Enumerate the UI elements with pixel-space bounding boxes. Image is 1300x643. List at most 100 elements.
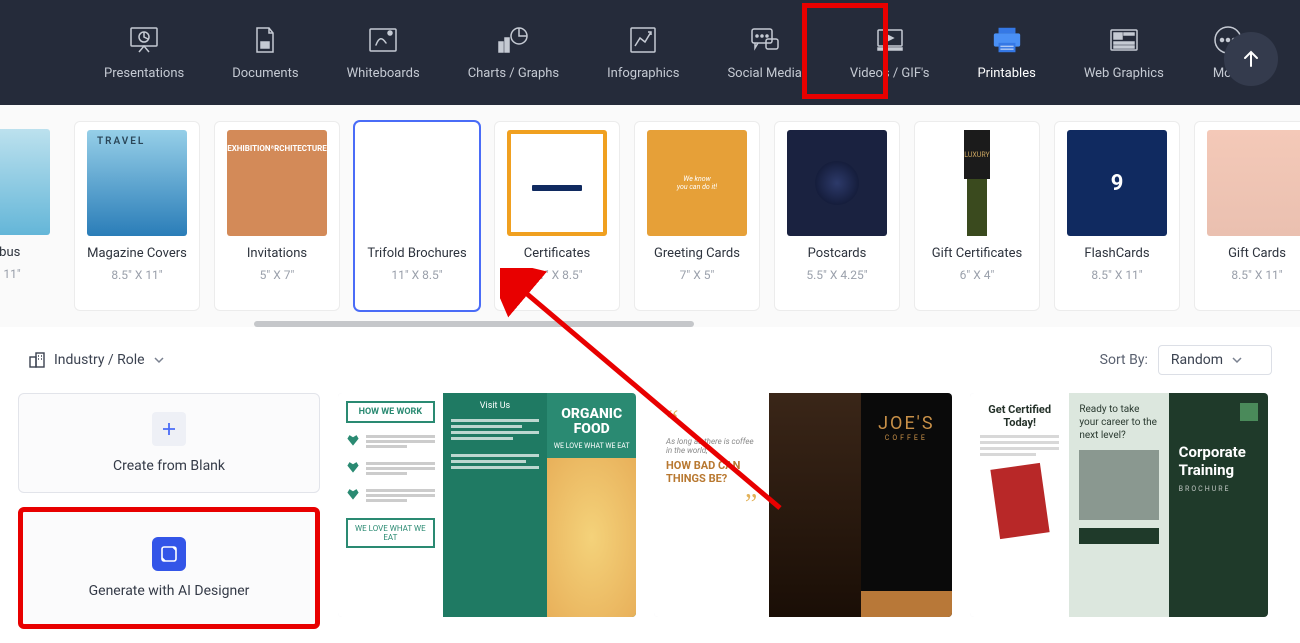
infographic-icon <box>627 24 659 56</box>
filter-toolbar: Industry / Role Sort By: Random <box>0 327 1300 393</box>
ai-designer-icon <box>152 537 186 571</box>
subcategory-title: Trifold Brochures <box>367 246 466 262</box>
subcategory-thumb <box>787 130 887 236</box>
nav-label: Videos / GIF's <box>850 66 930 81</box>
template-grid: Create from Blank Generate with AI Desig… <box>0 393 1300 629</box>
tpl-text: WE LOVE WHAT WE EAT <box>346 518 435 548</box>
action-column: Create from Blank Generate with AI Desig… <box>18 393 320 629</box>
subcategory-title: yllabus <box>0 245 20 261</box>
subcategory-card[interactable]: We knowyou can do it! Greeting Cards 7" … <box>634 121 760 311</box>
subcategory-thumb <box>0 129 50 235</box>
subcategory-card[interactable]: LUXURY Gift Certificates 6" X 4" <box>914 121 1040 311</box>
tpl-text: Ready to take your career to the next le… <box>1079 403 1158 442</box>
subcategory-card[interactable]: Magazine Covers 8.5" X 11" <box>74 121 200 311</box>
tpl-text: HOW WE WORK <box>346 401 435 423</box>
nav-whiteboards[interactable]: Whiteboards <box>343 16 424 89</box>
nav-label: Infographics <box>607 66 679 81</box>
subcategory-card[interactable]: Certificates 11" X 8.5" <box>494 121 620 311</box>
social-icon <box>749 24 781 56</box>
nav-label: Documents <box>232 66 298 81</box>
subcategory-dim: 5" X 11" <box>0 267 21 281</box>
video-icon <box>874 24 906 56</box>
scroll-top-button[interactable] <box>1224 32 1278 86</box>
subcategory-thumb: 9 <box>1067 130 1167 236</box>
chart-icon <box>497 24 529 56</box>
subcategory-card[interactable]: Postcards 5.5" X 4.25" <box>774 121 900 311</box>
tpl-text: COFFEE <box>861 434 952 442</box>
industry-label: Industry / Role <box>54 352 145 368</box>
subcategory-title: Greeting Cards <box>654 246 740 262</box>
subcategory-title: FlashCards <box>1084 246 1149 262</box>
subcategory-strip[interactable]: yllabus 5" X 11" Magazine Covers 8.5" X … <box>0 105 1300 327</box>
subcategory-dim: 5.5" X 4.25" <box>806 268 867 282</box>
chevron-down-icon <box>1231 354 1243 366</box>
tpl-text: HOW BAD CAN THINGS BE? <box>666 459 757 485</box>
subcategory-dim: 5" X 7" <box>260 268 295 282</box>
tpl-text: Corporate Training <box>1179 443 1258 479</box>
presentation-icon <box>128 24 160 56</box>
industry-role-dropdown[interactable]: Industry / Role <box>28 351 165 369</box>
whiteboard-icon <box>367 24 399 56</box>
tpl-text: Get Certified Today! <box>980 403 1059 429</box>
subcategory-title: Invitations <box>247 246 307 262</box>
nav-social[interactable]: Social Media <box>723 16 805 89</box>
sort-dropdown[interactable]: Random <box>1158 345 1272 375</box>
template-card[interactable]: “ As long as there is coffee in the worl… <box>654 393 952 617</box>
plus-icon <box>152 412 186 446</box>
nav-charts[interactable]: Charts / Graphs <box>464 16 563 89</box>
top-navigation: Presentations Documents Whiteboards Char… <box>0 0 1300 105</box>
subcategory-card-selected[interactable]: Trifold Brochures 11" X 8.5" <box>354 121 480 311</box>
nav-label: Web Graphics <box>1084 66 1164 81</box>
nav-printables[interactable]: Printables <box>973 16 1039 89</box>
tpl-text: As long as there is coffee in the world, <box>666 437 757 455</box>
subcategory-card[interactable]: Invitations 5" X 7" <box>214 121 340 311</box>
subcategory-dim: 7" X 5" <box>680 268 715 282</box>
subcategory-thumb <box>227 130 327 236</box>
nav-documents[interactable]: Documents <box>228 16 302 89</box>
subcategory-dim: 8.5" X 11" <box>1231 268 1282 282</box>
tpl-text: Visit Us <box>451 401 540 411</box>
create-blank-card[interactable]: Create from Blank <box>18 393 320 493</box>
subcategory-dim: 8.5" X 11" <box>1091 268 1142 282</box>
ai-designer-card[interactable]: Generate with AI Designer <box>18 507 320 629</box>
tpl-text: BROCHURE <box>1179 485 1258 493</box>
nav-label: Social Media <box>727 66 801 81</box>
nav-label: Presentations <box>104 66 184 81</box>
sort-label: Sort By: <box>1100 352 1148 368</box>
subcategory-thumb: We knowyou can do it! <box>647 130 747 236</box>
document-icon <box>249 24 281 56</box>
nav-infographics[interactable]: Infographics <box>603 16 683 89</box>
nav-videos[interactable]: Videos / GIF's <box>846 16 934 89</box>
webgraphic-icon <box>1108 24 1140 56</box>
chevron-down-icon <box>153 354 165 366</box>
tpl-text: ORGANIC FOOD <box>547 393 636 442</box>
nav-label: Charts / Graphs <box>468 66 559 81</box>
subcategory-dim: 6" X 4" <box>960 268 995 282</box>
arrow-up-icon <box>1241 49 1261 69</box>
subcategory-title: Certificates <box>524 246 590 262</box>
subcategory-dim: 11" X 8.5" <box>531 268 582 282</box>
subcategory-card[interactable]: Gift Cards 8.5" X 11" <box>1194 121 1300 311</box>
subcategory-thumb <box>367 130 467 236</box>
nav-presentations[interactable]: Presentations <box>100 16 188 89</box>
subcategory-card[interactable]: 9 FlashCards 8.5" X 11" <box>1054 121 1180 311</box>
nav-label: Printables <box>977 66 1035 81</box>
ai-designer-label: Generate with AI Designer <box>89 583 250 599</box>
create-blank-label: Create from Blank <box>113 458 225 474</box>
tpl-text: JOE'S <box>878 413 934 434</box>
subcategory-title: Magazine Covers <box>87 246 187 262</box>
template-card[interactable]: Get Certified Today! Ready to take your … <box>970 393 1268 617</box>
nav-label: Whiteboards <box>347 66 420 81</box>
building-icon <box>28 351 46 369</box>
tpl-text: WE LOVE WHAT WE EAT <box>547 442 636 450</box>
subcategory-title: Gift Cards <box>1228 246 1286 262</box>
printer-icon <box>991 24 1023 56</box>
sort-control: Sort By: Random <box>1100 345 1272 375</box>
nav-webgraphics[interactable]: Web Graphics <box>1080 16 1168 89</box>
subcategory-thumb: LUXURY <box>927 130 1027 236</box>
template-card[interactable]: HOW WE WORK WE LOVE WHAT WE EAT Visit Us… <box>338 393 636 617</box>
subcategory-card[interactable]: yllabus 5" X 11" <box>0 121 60 311</box>
subcategory-title: Gift Certificates <box>932 246 1022 262</box>
subcategory-thumb <box>1207 130 1300 236</box>
subcategory-dim: 8.5" X 11" <box>111 268 162 282</box>
